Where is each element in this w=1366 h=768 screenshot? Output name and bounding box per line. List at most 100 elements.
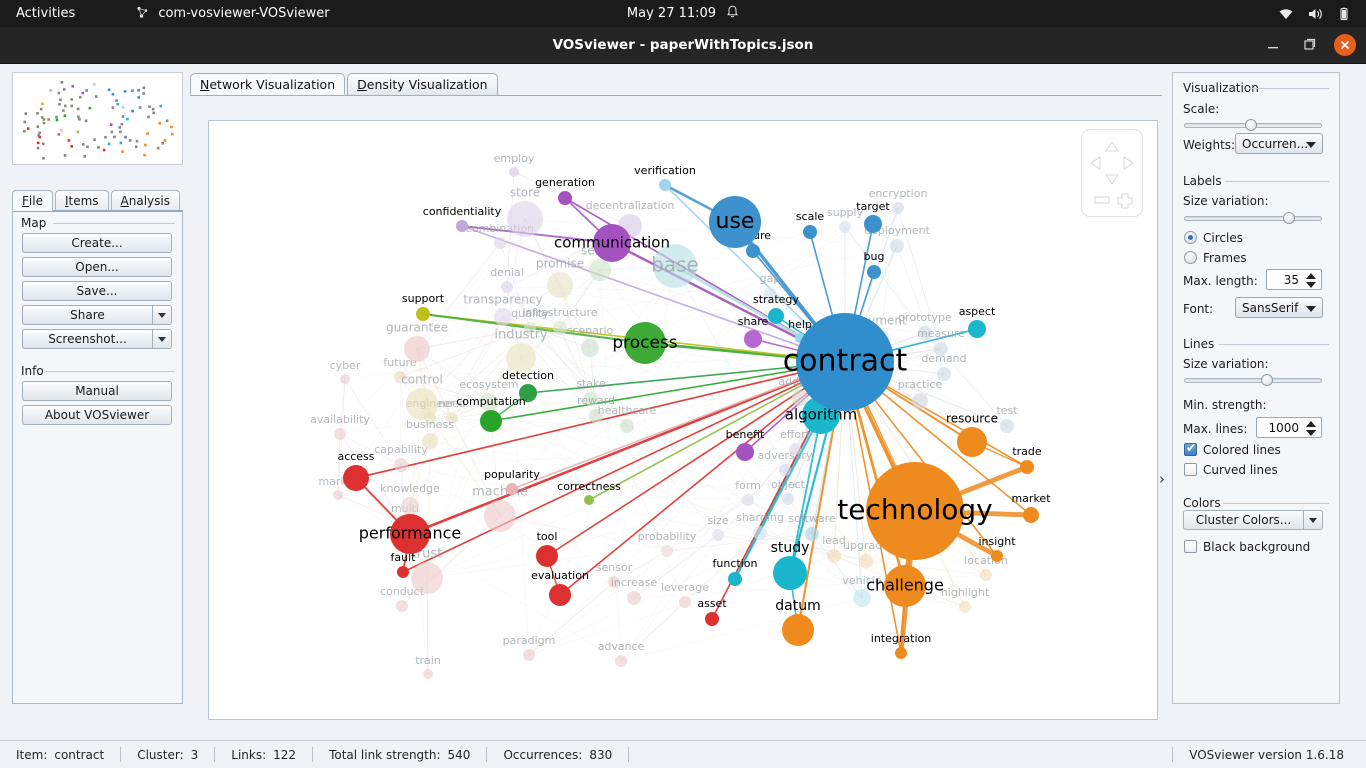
circles-radio[interactable]: [1184, 231, 1197, 244]
max-length-spinner[interactable]: 35: [1266, 269, 1322, 290]
clock-area[interactable]: May 27 11:09: [573, 5, 793, 23]
node-circle[interactable]: [456, 220, 468, 232]
cluster-colors-button[interactable]: Cluster Colors...: [1183, 510, 1304, 530]
about-vosviewer-button[interactable]: About VOSviewer: [22, 405, 172, 425]
node-circle[interactable]: [411, 562, 443, 594]
tab-file[interactable]: File: [12, 190, 53, 211]
network-node[interactable]: test: [996, 404, 1018, 433]
screenshot-dropdown-arrow[interactable]: [153, 329, 172, 349]
node-circle[interactable]: [890, 239, 904, 253]
node-circle[interactable]: [867, 265, 881, 279]
close-button[interactable]: [1334, 34, 1356, 56]
network-node[interactable]: scale: [796, 210, 825, 239]
node-circle[interactable]: [892, 202, 904, 214]
node-circle[interactable]: [736, 443, 754, 461]
node-circle[interactable]: [494, 308, 512, 326]
network-node[interactable]: availability: [310, 413, 370, 440]
network-node[interactable]: capability: [374, 443, 428, 472]
node-circle[interactable]: [753, 526, 767, 540]
max-lines-spinner[interactable]: 1000: [1256, 417, 1322, 438]
node-circle[interactable]: [959, 601, 971, 613]
node-circle[interactable]: [422, 433, 438, 449]
network-node[interactable]: datum: [775, 598, 821, 646]
network-node[interactable]: market: [1011, 492, 1051, 523]
network-node[interactable]: advance: [598, 640, 645, 667]
network-canvas[interactable]: employ cyber train market combination denial f…: [208, 120, 1158, 720]
node-circle[interactable]: [484, 500, 516, 532]
node-circle[interactable]: [839, 221, 851, 233]
share-dropdown-arrow[interactable]: [153, 305, 172, 325]
node-circle[interactable]: [912, 393, 928, 409]
tab-network-visualization[interactable]: Network Visualization: [190, 73, 346, 95]
node-circle[interactable]: [416, 307, 430, 321]
network-node[interactable]: use: [709, 196, 761, 248]
network-node[interactable]: cyber: [330, 359, 361, 384]
node-circle[interactable]: [340, 374, 350, 384]
node-circle[interactable]: [864, 215, 882, 233]
node-circle[interactable]: [333, 490, 343, 500]
node-circle[interactable]: [480, 410, 502, 432]
node-circle[interactable]: [744, 330, 762, 348]
app-indicator[interactable]: com-vosviewer-VOSviewer: [135, 5, 330, 23]
node-circle[interactable]: [404, 336, 430, 362]
tab-analysis[interactable]: Analysis: [110, 190, 180, 211]
node-circle[interactable]: [589, 259, 611, 281]
node-circle[interactable]: [523, 649, 535, 661]
node-circle[interactable]: [827, 549, 841, 563]
network-node[interactable]: highlight: [941, 586, 990, 613]
share-button[interactable]: Share: [22, 305, 153, 325]
network-node[interactable]: study: [771, 540, 810, 590]
node-circle[interactable]: [558, 191, 572, 205]
network-node[interactable]: tool: [536, 530, 558, 567]
label-size-slider-knob[interactable]: [1283, 212, 1295, 224]
node-circle[interactable]: [895, 647, 907, 659]
node-circle[interactable]: [334, 428, 346, 440]
network-node[interactable]: asset: [697, 597, 727, 626]
network-node[interactable]: demand: [921, 352, 967, 381]
node-circle[interactable]: [803, 225, 817, 239]
node-circle[interactable]: [627, 591, 641, 605]
open-map-button[interactable]: Open...: [22, 257, 172, 277]
node-circle[interactable]: [549, 584, 571, 606]
weights-combobox[interactable]: Occurren...: [1235, 133, 1323, 154]
black-background-checkbox[interactable]: [1184, 540, 1197, 553]
node-circle[interactable]: [1020, 460, 1034, 474]
network-node[interactable]: verification: [634, 164, 696, 191]
node-circle[interactable]: [396, 600, 408, 612]
node-circle[interactable]: [779, 464, 791, 476]
node-circle[interactable]: [679, 596, 691, 608]
network-node[interactable]: share: [738, 315, 769, 348]
node-circle[interactable]: [792, 390, 808, 406]
node-circle[interactable]: [406, 388, 438, 420]
node-circle[interactable]: [773, 556, 807, 590]
node-circle[interactable]: [494, 237, 506, 249]
network-node[interactable]: correctness: [557, 480, 621, 505]
label-size-slider-track[interactable]: [1184, 216, 1322, 221]
node-circle[interactable]: [615, 655, 627, 667]
node-circle[interactable]: [581, 339, 599, 357]
network-node[interactable]: scenario: [567, 324, 614, 357]
node-circle[interactable]: [620, 419, 634, 433]
network-node[interactable]: employ: [494, 152, 535, 177]
network-node[interactable]: denial: [490, 266, 524, 293]
node-circle[interactable]: [742, 494, 754, 506]
activities-button[interactable]: Activities: [16, 6, 75, 21]
node-circle[interactable]: [991, 550, 1003, 562]
node-circle[interactable]: [507, 201, 543, 237]
node-circle[interactable]: [394, 458, 408, 472]
system-tray[interactable]: [1278, 0, 1352, 27]
node-circle[interactable]: [805, 527, 819, 541]
node-circle[interactable]: [423, 669, 433, 679]
save-map-button[interactable]: Save...: [22, 281, 172, 301]
minimize-button[interactable]: [1262, 34, 1284, 56]
network-node[interactable]: function: [713, 557, 758, 586]
create-map-button[interactable]: Create...: [22, 233, 172, 253]
node-circle[interactable]: [782, 493, 794, 505]
node-circle[interactable]: [1023, 507, 1039, 523]
network-node[interactable]: store: [507, 186, 543, 238]
tab-density-visualization[interactable]: Density Visualization: [347, 73, 498, 95]
node-circle[interactable]: [547, 272, 573, 298]
network-node[interactable]: trust: [411, 547, 443, 595]
node-circle[interactable]: [397, 566, 409, 578]
navigation-widget[interactable]: [1081, 129, 1143, 217]
